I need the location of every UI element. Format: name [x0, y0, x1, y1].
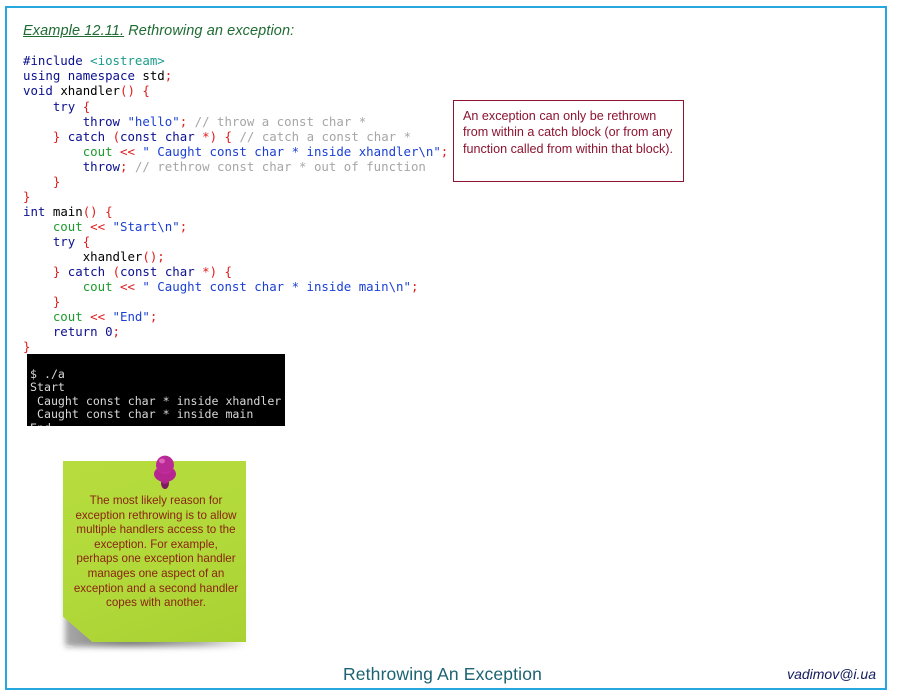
page-title: Example 12.11. Rethrowing an exception: [23, 23, 294, 39]
footer-email: vadimov@i.ua [787, 666, 876, 682]
code-listing: #include <iostream> using namespace std;… [23, 53, 449, 355]
slide-frame: Example 12.11. Rethrowing an exception: … [5, 6, 887, 690]
example-title-text: Rethrowing an exception: [124, 23, 295, 39]
sticky-note: The most likely reason for exception ret… [63, 455, 248, 647]
terminal-output-block: $ ./a Start Caught const char * inside x… [27, 354, 285, 426]
sticky-note-text: The most likely reason for exception ret… [73, 494, 239, 610]
callout-text: An exception can only be rethrown from w… [463, 109, 673, 156]
callout-box: An exception can only be rethrown from w… [453, 100, 684, 182]
terminal-output-text: $ ./a Start Caught const char * inside x… [30, 366, 282, 426]
footer-title: Rethrowing An Exception [343, 664, 542, 684]
example-number-label: Example 12.11. [23, 23, 125, 39]
push-pin-icon [154, 455, 176, 489]
footer-divider [5, 688, 887, 690]
